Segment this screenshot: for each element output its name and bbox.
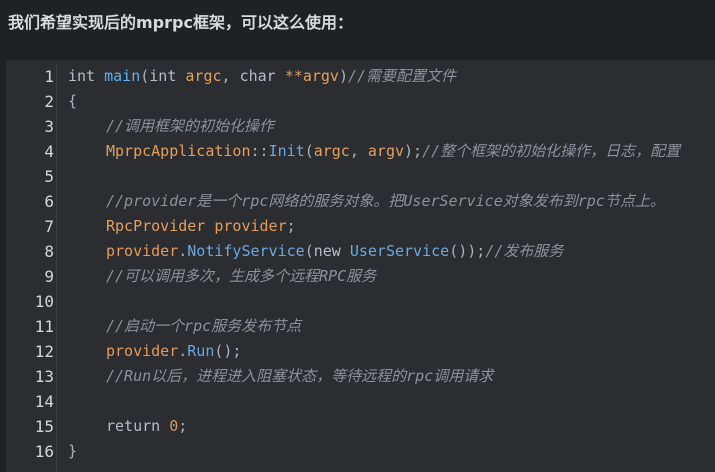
code-line-11: //启动一个rpc服务发布节点 (68, 314, 715, 339)
code-line-4: MprpcApplication::Init(argc, argv);//整个框… (68, 139, 715, 164)
code-line-1: int main(int argc, char **argv)//需要配置文件 (68, 64, 715, 89)
line-number-gutter: 1 2 3 4 5 6 7 8 9 10 11 12 13 14 15 16 (6, 64, 57, 472)
line-number: 10 (34, 292, 54, 311)
comment: //调用框架的初始化操作 (106, 117, 275, 135)
function-name: main (104, 67, 141, 85)
class-name: RpcProvider (106, 217, 206, 235)
line-number: 4 (44, 142, 54, 161)
class-name: UserService (349, 242, 450, 260)
parameter: argc (185, 67, 222, 85)
line-number: 1 (44, 67, 54, 86)
code-line-6: //provider是一个rpc网络的服务对象。把UserService对象发布… (68, 189, 715, 214)
code-line-15: return 0; (68, 414, 715, 439)
brace: } (68, 442, 78, 460)
line-number: 16 (34, 442, 54, 461)
keyword: char (239, 67, 276, 85)
class-name: MprpcApplication (106, 142, 251, 160)
comment: //启动一个rpc服务发布节点 (106, 317, 302, 335)
keyword: int (149, 67, 177, 85)
line-number: 9 (44, 267, 54, 286)
variable: provider (214, 217, 287, 235)
comment: //provider是一个rpc网络的服务对象。把UserService对象发布… (106, 192, 665, 210)
punctuation: ; (286, 217, 296, 235)
page-heading: 我们希望实现后的mprpc框架，可以这么使用： (8, 13, 353, 32)
comment: //可以调用多次，生成多个远程RPC服务 (106, 267, 377, 285)
keyword: int (68, 67, 96, 85)
punctuation: . (178, 242, 188, 260)
variable: provider (106, 342, 179, 360)
operator: ** (275, 67, 303, 85)
punctuation: ) (338, 67, 348, 85)
function-name: Run (187, 342, 215, 360)
argument: argv (367, 142, 405, 160)
line-number: 7 (44, 217, 54, 236)
code-line-3: //调用框架的初始化操作 (68, 114, 715, 139)
line-number: 8 (44, 242, 54, 261)
line-number: 5 (44, 167, 54, 186)
variable: provider (106, 242, 179, 260)
punctuation: , (221, 67, 240, 85)
punctuation: ); (404, 142, 423, 160)
line-number: 11 (34, 317, 54, 336)
line-number: 12 (34, 342, 54, 361)
comment: //整个框架的初始化操作，日志，配置 (422, 142, 681, 160)
keyword: return (106, 417, 161, 435)
line-number: 13 (34, 367, 54, 386)
code-line-16: } (68, 439, 715, 464)
function-name: Init (268, 142, 305, 160)
code-line-7: RpcProvider provider; (68, 214, 715, 239)
line-number: 15 (34, 417, 54, 436)
argument: argc (313, 142, 350, 160)
code-line-9: //可以调用多次，生成多个远程RPC服务 (68, 264, 715, 289)
punctuation: (); (214, 342, 242, 360)
parameter: argv (302, 67, 339, 85)
scope-operator: :: (250, 142, 269, 160)
punctuation: ; (178, 417, 188, 435)
function-name: NotifyService (187, 242, 305, 260)
number-literal: 0 (169, 417, 179, 435)
code-lines: int main(int argc, char **argv)//需要配置文件 … (68, 64, 715, 464)
comment: //Run以后，进程进入阻塞状态，等待远程的rpc调用请求 (106, 367, 494, 385)
line-number: 6 (44, 192, 54, 211)
punctuation: ( (140, 67, 150, 85)
code-line-2: { (68, 89, 715, 114)
line-number: 14 (34, 392, 54, 411)
punctuation: ()); (449, 242, 486, 260)
line-number: 3 (44, 117, 54, 136)
keyword: new (313, 242, 341, 260)
code-block[interactable]: 1 2 3 4 5 6 7 8 9 10 11 12 13 14 15 16 i… (6, 60, 715, 472)
brace: { (68, 92, 78, 110)
comment: //需要配置文件 (347, 67, 457, 85)
code-line-12: provider.Run(); (68, 339, 715, 364)
comment: //发布服务 (485, 242, 564, 260)
code-line-13: //Run以后，进程进入阻塞状态，等待远程的rpc调用请求 (68, 364, 715, 389)
punctuation: , (349, 142, 368, 160)
punctuation: ( (304, 242, 314, 260)
punctuation: . (178, 342, 188, 360)
line-number: 2 (44, 92, 54, 111)
punctuation: ( (304, 142, 314, 160)
code-line-8: provider.NotifyService(new UserService()… (68, 239, 715, 264)
